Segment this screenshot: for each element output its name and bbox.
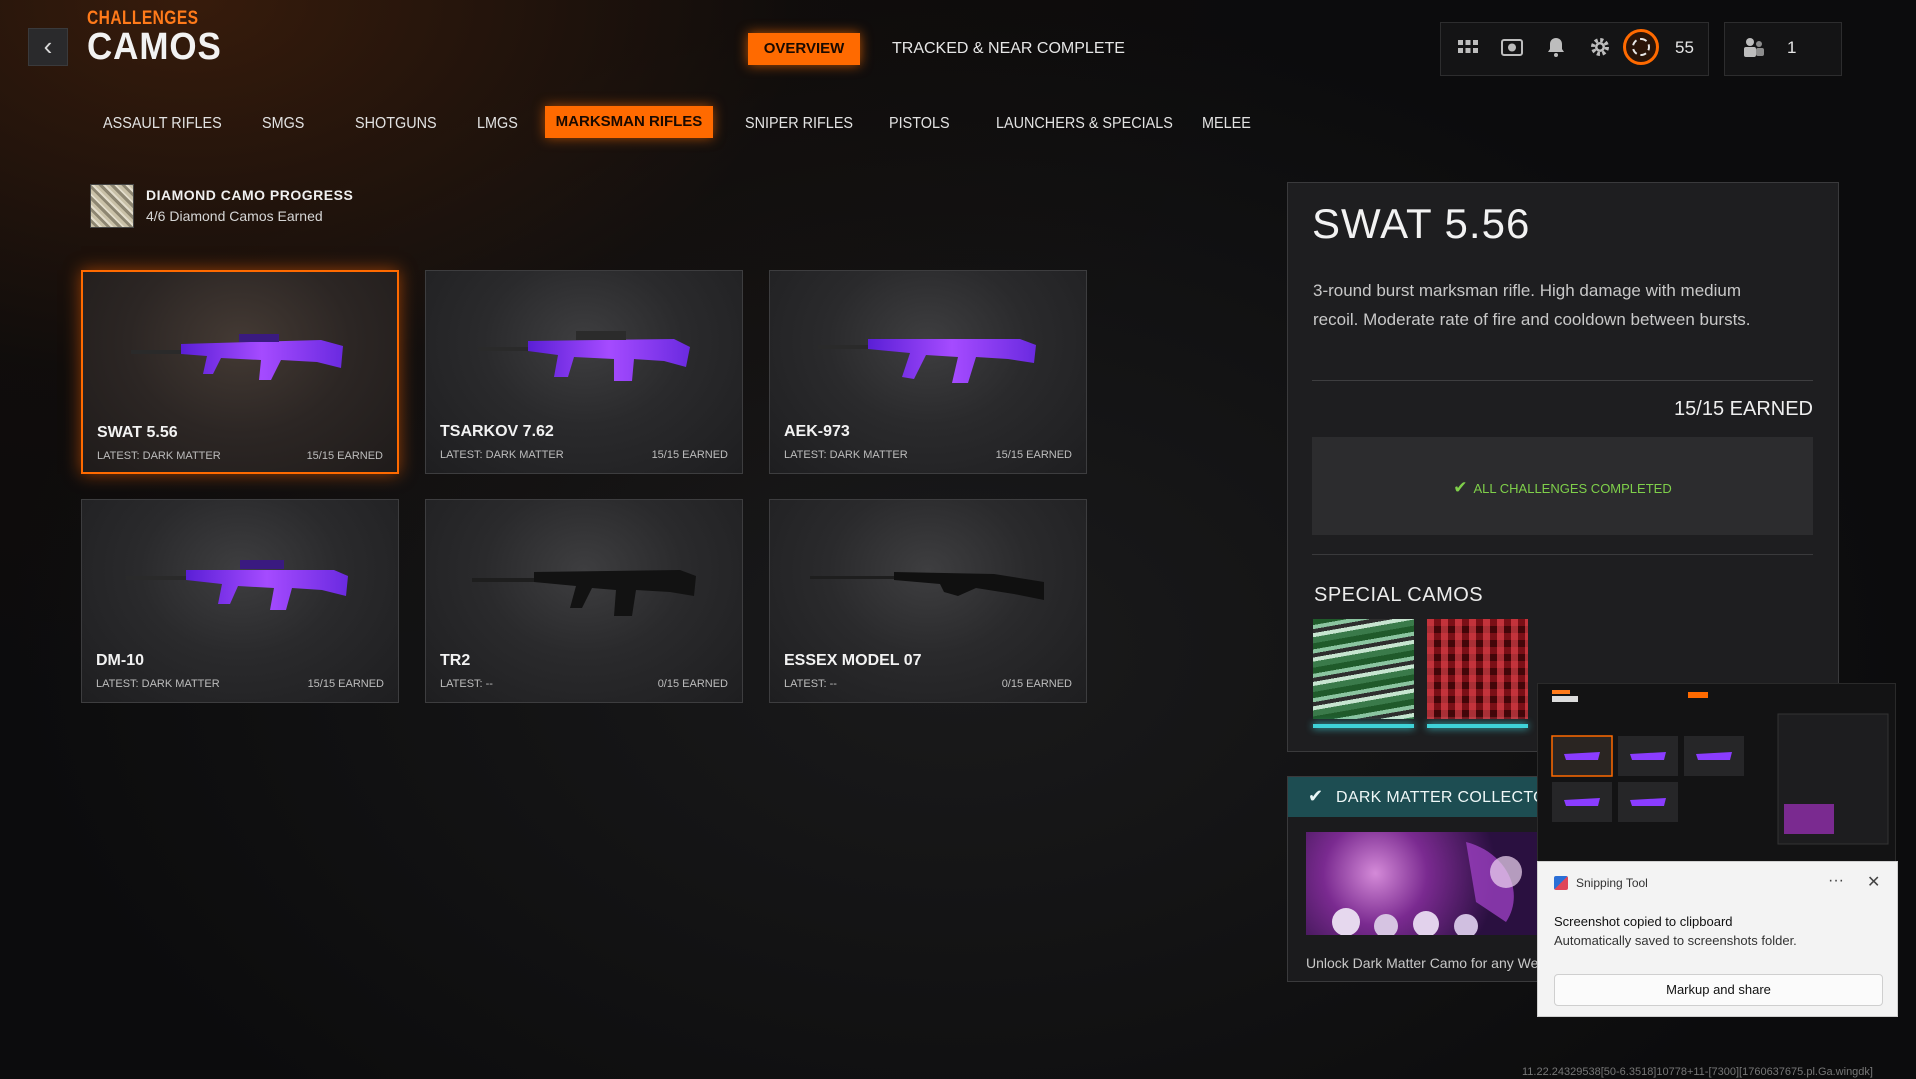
diamond-camo-thumbnail	[90, 184, 134, 228]
special-camo-wave[interactable]	[1313, 619, 1414, 719]
detail-description: 3-round burst marksman rifle. High damag…	[1313, 281, 1751, 329]
dark-matter-title: DARK MATTER COLLECTOR	[1336, 789, 1558, 806]
header-icon-bar: 55	[1440, 22, 1709, 76]
weapon-earned: 0/15 EARNED	[1001, 678, 1072, 690]
player-level: 55	[1675, 38, 1694, 57]
rifle-icon	[478, 331, 690, 381]
cat-tab-marksman-rifles[interactable]: MARKSMAN RIFLES	[545, 106, 713, 138]
divider	[1312, 380, 1813, 381]
screenshot-preview[interactable]	[1537, 683, 1896, 863]
detail-weapon-title: SWAT 5.56	[1312, 200, 1531, 247]
weapon-name: TSARKOV 7.62	[440, 423, 554, 440]
cat-tab-melee[interactable]: MELEE	[1202, 109, 1251, 139]
snipping-tool-notification: Snipping Tool ··· ✕ Screenshot copied to…	[1537, 861, 1898, 1017]
diamond-progress-title: DIAMOND CAMO PROGRESS	[146, 187, 354, 203]
checkmark-icon: ✔	[1453, 478, 1468, 497]
special-camos-title: SPECIAL CAMOS	[1314, 584, 1484, 606]
cat-tab-assault-rifles[interactable]: ASSAULT RIFLES	[103, 109, 222, 139]
weapon-latest-camo: LATEST: DARK MATTER	[96, 678, 220, 690]
weapon-latest-camo: LATEST: --	[784, 678, 837, 690]
rifle-icon	[126, 560, 348, 610]
weapon-latest-camo: LATEST: DARK MATTER	[97, 450, 221, 462]
rifle-icon	[131, 334, 343, 380]
dark-matter-description: Unlock Dark Matter Camo for any Wea	[1306, 955, 1547, 971]
build-info: 11.22.24329538[50-6.3518]10778+11-[7300]…	[1522, 1066, 1873, 1078]
weapon-card-tsarkov-762[interactable]: TSARKOV 7.62 LATEST: DARK MATTER 15/15 E…	[425, 270, 743, 474]
completed-label: ALL CHALLENGES COMPLETED	[1473, 481, 1672, 496]
weapon-latest-camo: LATEST: DARK MATTER	[784, 449, 908, 461]
snipping-tool-icon	[1554, 876, 1568, 890]
weapon-latest-camo: LATEST: --	[440, 678, 493, 690]
rifle-icon	[818, 339, 1036, 383]
more-options-icon[interactable]: ···	[1828, 872, 1844, 890]
toast-app-name: Snipping Tool	[1576, 876, 1648, 890]
cat-tab-lmgs[interactable]: LMGS	[477, 109, 518, 139]
cat-tab-smgs[interactable]: SMGS	[262, 109, 304, 139]
weapon-name: AEK-973	[784, 423, 850, 440]
toast-title: Screenshot copied to clipboard	[1554, 914, 1733, 929]
dark-matter-artwork	[1306, 832, 1537, 938]
weapon-name: TR2	[440, 652, 471, 669]
cat-tab-launchers-specials[interactable]: LAUNCHERS & SPECIALS	[996, 109, 1173, 139]
weapon-earned: 15/15 EARNED	[307, 678, 384, 690]
weapon-earned: 15/15 EARNED	[651, 449, 728, 461]
detail-earned-count: 15/15 EARNED	[1674, 398, 1813, 420]
bell-icon[interactable]	[1541, 35, 1571, 65]
weapon-card-swat-556[interactable]: SWAT 5.56 LATEST: DARK MATTER 15/15 EARN…	[81, 270, 399, 474]
rifle-icon	[810, 572, 1044, 600]
markup-and-share-button[interactable]: Markup and share	[1554, 974, 1883, 1006]
party-indicator[interactable]: 1	[1724, 22, 1842, 76]
cat-tab-shotguns[interactable]: SHOTGUNS	[355, 109, 437, 139]
gear-icon[interactable]	[1585, 35, 1615, 65]
prestige-badge-icon[interactable]	[1623, 29, 1659, 65]
divider	[1312, 554, 1813, 555]
chevron-left-icon: ‹	[43, 31, 53, 61]
weapon-card-dm-10[interactable]: DM-10 LATEST: DARK MATTER 15/15 EARNED	[81, 499, 399, 703]
diamond-progress-subtitle: 4/6 Diamond Camos Earned	[146, 208, 323, 224]
party-count: 1	[1787, 38, 1797, 57]
checkmark-icon: ✔	[1308, 786, 1324, 806]
tab-overview[interactable]: OVERVIEW	[748, 33, 860, 65]
special-camo-indicator	[1427, 724, 1528, 728]
weapon-earned: 15/15 EARNED	[306, 450, 383, 462]
special-camo-plaid[interactable]	[1427, 619, 1528, 719]
weapon-name: DM-10	[96, 652, 145, 669]
page-title: CAMOS	[87, 26, 222, 68]
back-button[interactable]: ‹	[28, 28, 68, 66]
weapon-earned: 15/15 EARNED	[995, 449, 1072, 461]
cat-tab-pistols[interactable]: PISTOLS	[889, 109, 950, 139]
special-camo-indicator	[1313, 724, 1414, 728]
weapon-name: SWAT 5.56	[97, 424, 178, 441]
close-icon[interactable]: ✕	[1867, 872, 1880, 892]
weapon-name: ESSEX MODEL 07	[784, 652, 922, 669]
weapon-card-tr2[interactable]: TR2 LATEST: -- 0/15 EARNED	[425, 499, 743, 703]
weapon-earned: 0/15 EARNED	[657, 678, 728, 690]
rifle-icon	[472, 570, 696, 616]
camera-icon[interactable]	[1497, 35, 1527, 65]
weapon-latest-camo: LATEST: DARK MATTER	[440, 449, 564, 461]
cat-tab-sniper-rifles[interactable]: SNIPER RIFLES	[745, 109, 853, 139]
tab-tracked-near-complete[interactable]: TRACKED & NEAR COMPLETE	[892, 33, 1125, 65]
weapon-card-aek-973[interactable]: AEK-973 LATEST: DARK MATTER 15/15 EARNED	[769, 270, 1087, 474]
party-icon	[1739, 35, 1769, 65]
toast-body: Automatically saved to screenshots folde…	[1554, 933, 1797, 948]
grid-icon[interactable]	[1453, 35, 1483, 65]
challenges-completed-status: ✔ ALL CHALLENGES COMPLETED	[1312, 478, 1813, 498]
weapon-card-essex-model-07[interactable]: ESSEX MODEL 07 LATEST: -- 0/15 EARNED	[769, 499, 1087, 703]
